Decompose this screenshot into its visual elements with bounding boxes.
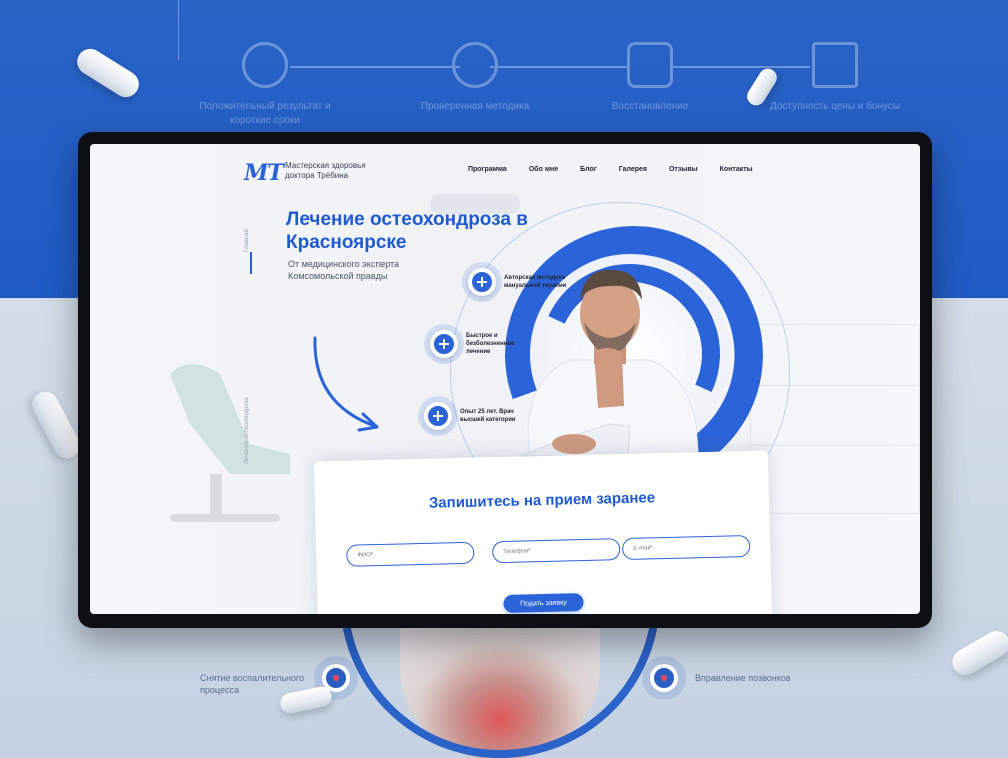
- feature-item: Быстрое и безболезненное лечение: [430, 330, 534, 358]
- logo-text: Мастерская здоровья доктора Трёбина: [285, 161, 366, 180]
- website-screen: MT Мастерская здоровья доктора Трёбина П…: [90, 144, 920, 614]
- bg-step: Восстановление: [575, 30, 725, 114]
- submit-button[interactable]: Подать заявку: [503, 593, 584, 613]
- nav-item-about[interactable]: Обо мне: [529, 166, 558, 173]
- backdrop-steps: Положительный результат и короткие сроки…: [190, 30, 910, 140]
- backdrop-bottom-row: Снятие воспалительного процесса Вправлен…: [0, 588, 1008, 758]
- bg-step: Положительный результат и короткие сроки: [190, 30, 340, 128]
- backdrop-divider: [178, 0, 190, 60]
- clock-icon: [242, 42, 288, 88]
- feature-text: Опыт 25 лет. Врач высшей категории: [460, 409, 516, 423]
- bg-caption-right: Вправление позвонков: [695, 673, 791, 683]
- bg-dot-icon: [650, 664, 678, 692]
- form-title: Запишитесь на прием заранее: [428, 489, 656, 512]
- feature-text: Авторская методика мануальной терапии: [504, 275, 567, 289]
- appointment-form: Запишитесь на прием заранее Подать заявк…: [313, 450, 773, 614]
- feature-item: Авторская методика мануальной терапии: [468, 268, 572, 296]
- spine-icon: [627, 42, 673, 88]
- arrow-down-icon: [812, 42, 858, 88]
- plus-icon: [468, 268, 496, 296]
- side-active-indicator: [250, 252, 252, 274]
- bg-step-caption: Положительный результат и короткие сроки: [199, 101, 331, 126]
- bg-step: Доступность цены и бонусы: [760, 30, 910, 114]
- nav-item-contacts[interactable]: Контакты: [720, 166, 753, 173]
- top-nav: Программа Обо мне Блог Галерея Отзывы Ко…: [468, 166, 753, 173]
- nav-item-reviews[interactable]: Отзывы: [669, 166, 698, 173]
- bg-step-caption: Доступность цены и бонусы: [769, 101, 901, 112]
- side-label-home[interactable]: Главная: [244, 229, 250, 252]
- hero-subtitle: От медицинского эксперта Комсомольской п…: [288, 259, 400, 281]
- feature-item: Опыт 25 лет. Врач высшей категории: [424, 402, 528, 430]
- curved-arrow-icon: [313, 336, 379, 432]
- check-icon: [452, 42, 498, 88]
- plus-icon: [424, 402, 452, 430]
- dental-chair-image: [170, 364, 290, 522]
- nav-item-blog[interactable]: Блог: [580, 166, 597, 173]
- bg-step-caption: Восстановление: [611, 101, 689, 112]
- nav-item-gallery[interactable]: Галерея: [619, 166, 647, 173]
- nav-item-program[interactable]: Программа: [468, 166, 507, 173]
- email-field[interactable]: [621, 534, 751, 561]
- side-label-section: Лечение остеохондроза: [244, 397, 250, 464]
- logo-mark[interactable]: MT: [244, 160, 284, 186]
- bg-step: Проверенная методика: [400, 30, 550, 114]
- feature-text: Быстрое и безболезненное лечение: [466, 333, 515, 355]
- monitor-frame: MT Мастерская здоровья доктора Трёбина П…: [78, 132, 932, 628]
- bg-step-caption: Проверенная методика: [420, 101, 530, 112]
- name-field[interactable]: [346, 541, 475, 567]
- plus-icon: [430, 330, 458, 358]
- phone-field[interactable]: [491, 538, 621, 564]
